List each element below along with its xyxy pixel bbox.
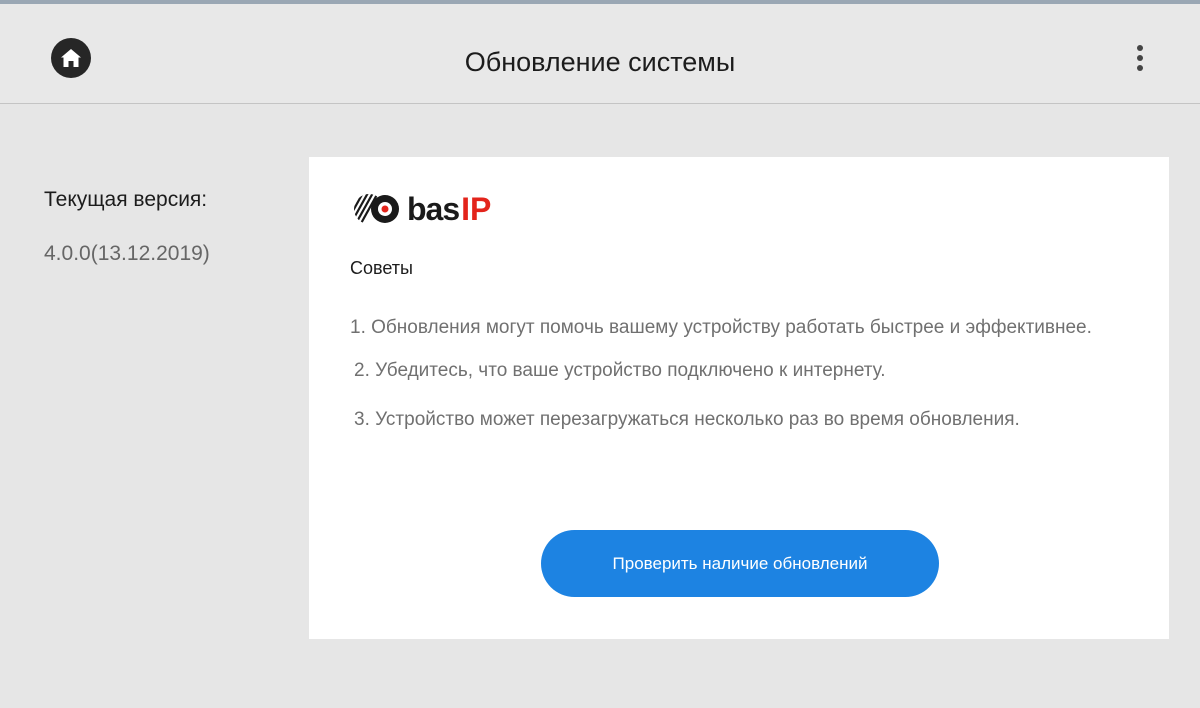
- tip-item: 2. Убедитесь, что ваше устройство подклю…: [354, 360, 886, 381]
- tip-item: 3. Устройство может перезагружаться неск…: [354, 409, 1020, 430]
- tips-title: Советы: [350, 258, 413, 278]
- current-version-value: 4.0.0(13.12.2019): [44, 242, 210, 265]
- logo-text-bas: bas: [407, 191, 460, 227]
- more-vertical-icon: [1137, 45, 1143, 51]
- logo-text-ip: IP: [461, 191, 492, 227]
- page-title: Обновление системы: [464, 47, 736, 77]
- more-menu-button[interactable]: [1130, 40, 1150, 76]
- tip-item: 1. Обновления могут помочь вашему устрой…: [350, 317, 1092, 338]
- screen: Обновление системы Текущая версия: 4.0.0…: [0, 0, 1200, 708]
- more-vertical-icon: [1137, 55, 1143, 61]
- header-bar: Обновление системы: [0, 4, 1200, 104]
- bas-ip-logo-icon: [354, 194, 399, 224]
- check-updates-button[interactable]: Проверить наличие обновлений: [541, 530, 939, 597]
- current-version-label: Текущая версия:: [44, 188, 208, 211]
- more-vertical-icon: [1137, 65, 1143, 71]
- bas-ip-logo: bas IP: [347, 189, 491, 229]
- tips-list[interactable]: 1. Обновления могут помочь вашему устрой…: [350, 314, 1150, 506]
- update-card: bas IP Советы 1. Обновления могут помочь…: [309, 157, 1169, 639]
